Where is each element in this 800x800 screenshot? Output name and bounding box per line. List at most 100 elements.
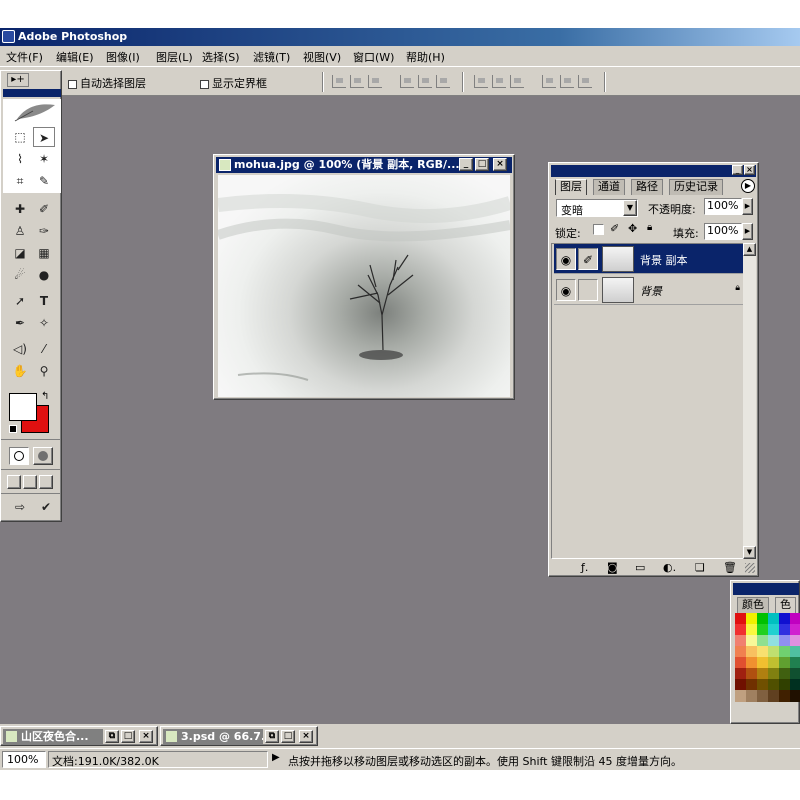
tab-history[interactable]: 历史记录 xyxy=(669,179,723,195)
layer-style-icon[interactable]: ƒ. xyxy=(581,561,588,574)
align-right-icon[interactable] xyxy=(436,75,450,88)
menu-layer[interactable]: 图层(L) xyxy=(156,49,193,65)
eyedropper-tool-icon[interactable]: ⁄ xyxy=(33,339,55,359)
menu-window[interactable]: 窗口(W) xyxy=(353,49,394,65)
zoom-tool-icon[interactable]: ⚲ xyxy=(33,361,55,381)
layers-scrollbar[interactable]: ▲ ▼ xyxy=(743,243,756,559)
close-button[interactable]: × xyxy=(299,730,313,743)
jump-to-imageready-icon[interactable]: ⇨ xyxy=(7,497,33,517)
opacity-input[interactable]: 100% xyxy=(704,198,742,215)
auto-select-checkbox[interactable] xyxy=(68,79,77,89)
maximize-button[interactable]: □ xyxy=(121,730,135,743)
distribute-left-icon[interactable] xyxy=(542,75,556,88)
menu-view[interactable]: 视图(V) xyxy=(303,49,341,65)
align-top-icon[interactable] xyxy=(332,75,346,88)
maximize-button[interactable]: □ xyxy=(475,158,489,171)
close-button[interactable]: × xyxy=(139,730,153,743)
default-colors-icon[interactable] xyxy=(9,425,17,433)
panel-title-bar[interactable] xyxy=(733,583,799,595)
marquee-tool-icon[interactable]: ⬚ xyxy=(9,127,31,147)
restore-button[interactable]: ⧉ xyxy=(265,730,279,743)
auto-select-layer-option[interactable]: 自动选择图层 xyxy=(68,75,146,91)
blur-tool-icon[interactable]: ☄ xyxy=(9,265,31,285)
status-menu-arrow-icon[interactable]: ▶ xyxy=(272,752,280,763)
panel-title-bar[interactable] xyxy=(551,165,756,177)
standard-mode-button[interactable] xyxy=(9,447,29,465)
type-tool-icon[interactable]: T xyxy=(33,291,55,311)
tab-layers[interactable]: 图层 xyxy=(555,179,587,195)
move-tool-icon[interactable]: ➤ xyxy=(33,127,55,147)
notes-tool-icon[interactable]: ◁) xyxy=(9,339,31,359)
blend-mode-select[interactable]: 变暗 ▼ xyxy=(556,199,638,217)
fill-slider-button[interactable]: ▶ xyxy=(742,223,753,240)
layer-mask-icon[interactable]: ◙ xyxy=(607,561,618,574)
hand-tool-icon[interactable]: ✋ xyxy=(9,361,31,381)
lock-all-icon[interactable]: 🔒︎ xyxy=(647,222,652,233)
foreground-color-swatch[interactable] xyxy=(9,393,37,421)
minimized-window[interactable]: 3.psd @ 66.7... ⧉ □ × xyxy=(160,726,318,746)
path-selection-tool-icon[interactable]: ➚ xyxy=(9,291,31,311)
imageready-icon[interactable]: ✔ xyxy=(35,497,57,517)
distribute-vcenter-icon[interactable] xyxy=(492,75,506,88)
brush-tool-icon[interactable]: ✐ xyxy=(33,199,55,219)
dodge-tool-icon[interactable]: ● xyxy=(33,265,55,285)
new-layer-icon[interactable]: ❏ xyxy=(695,561,705,574)
chevron-down-icon[interactable]: ▼ xyxy=(623,200,637,216)
custom-shape-tool-icon[interactable]: ✧ xyxy=(33,313,55,333)
distribute-right-icon[interactable] xyxy=(578,75,592,88)
distribute-hcenter-icon[interactable] xyxy=(560,75,574,88)
magic-wand-tool-icon[interactable]: ✶ xyxy=(33,149,55,169)
standard-screen-mode-button[interactable] xyxy=(7,475,21,489)
menu-file[interactable]: 文件(F) xyxy=(6,49,43,65)
minimized-window[interactable]: 山区夜色合... ⧉ □ × xyxy=(0,726,158,746)
slice-tool-icon[interactable]: ✎ xyxy=(33,171,55,191)
distribute-top-icon[interactable] xyxy=(474,75,488,88)
color-swatch[interactable] xyxy=(790,690,800,702)
eraser-tool-icon[interactable]: ◪ xyxy=(9,243,31,263)
move-tool-preset-icon[interactable]: ▸+ xyxy=(7,73,29,87)
show-bounds-option[interactable]: 显示定界框 xyxy=(200,75,267,91)
pen-tool-icon[interactable]: ✒ xyxy=(9,313,31,333)
swap-colors-icon[interactable]: ↰ xyxy=(41,391,49,402)
full-screen-mode-button[interactable] xyxy=(39,475,53,489)
menu-image[interactable]: 图像(I) xyxy=(106,49,140,65)
gradient-tool-icon[interactable]: ▦ xyxy=(33,243,55,263)
link-slot[interactable] xyxy=(578,279,598,301)
quick-mask-mode-button[interactable] xyxy=(33,447,53,465)
restore-button[interactable]: ⧉ xyxy=(105,730,119,743)
photoshop-app-icon[interactable] xyxy=(2,30,15,43)
maximize-button[interactable]: □ xyxy=(281,730,295,743)
new-group-icon[interactable]: ▭ xyxy=(635,561,645,574)
adjustment-layer-icon[interactable]: ◐. xyxy=(663,561,676,574)
tab-paths[interactable]: 路径 xyxy=(631,179,663,195)
layer-row-background-copy[interactable]: ◉ ✐ 背景 副本 xyxy=(554,244,746,274)
healing-brush-tool-icon[interactable]: ✚ xyxy=(9,199,31,219)
menu-edit[interactable]: 编辑(E) xyxy=(56,49,94,65)
zoom-field[interactable]: 100% xyxy=(2,751,46,768)
menu-filter[interactable]: 滤镜(T) xyxy=(253,49,290,65)
eye-icon[interactable]: ◉ xyxy=(556,248,576,270)
lock-transparency-checkbox[interactable] xyxy=(593,224,604,235)
show-bounds-checkbox[interactable] xyxy=(200,79,209,89)
full-screen-menu-mode-button[interactable] xyxy=(23,475,37,489)
scroll-down-button[interactable]: ▼ xyxy=(743,546,756,559)
align-hcenter-icon[interactable] xyxy=(418,75,432,88)
panel-close-button[interactable]: × xyxy=(744,165,755,175)
align-bottom-icon[interactable] xyxy=(368,75,382,88)
panel-minimize-button[interactable]: _ xyxy=(732,165,743,175)
menu-help[interactable]: 帮助(H) xyxy=(406,49,445,65)
canvas-image[interactable] xyxy=(218,175,510,397)
trash-icon[interactable]: 🗑︎ xyxy=(723,561,737,574)
brush-link-icon[interactable]: ✐ xyxy=(578,248,598,270)
minimize-button[interactable]: _ xyxy=(459,158,473,171)
eye-icon[interactable]: ◉ xyxy=(556,279,576,301)
close-button[interactable]: × xyxy=(493,158,507,171)
resize-grip-icon[interactable] xyxy=(745,563,755,573)
opacity-slider-button[interactable]: ▶ xyxy=(742,198,753,215)
lock-move-icon[interactable]: ✥ xyxy=(628,222,637,235)
distribute-bottom-icon[interactable] xyxy=(510,75,524,88)
menu-select[interactable]: 选择(S) xyxy=(202,49,240,65)
clone-stamp-tool-icon[interactable]: ♙ xyxy=(9,221,31,241)
align-left-icon[interactable] xyxy=(400,75,414,88)
panel-menu-icon[interactable]: ▶ xyxy=(741,179,755,193)
